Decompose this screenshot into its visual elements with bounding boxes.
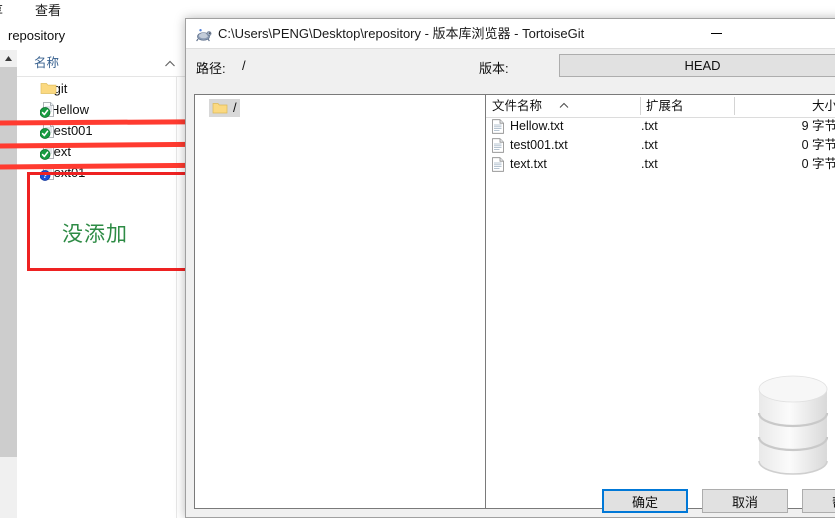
column-header-filename[interactable]: 文件名称 <box>492 95 542 117</box>
repository-file-list-panel[interactable]: 文件名称 扩展名 大小 Hellow.txt .txt 9 字节 test001… <box>485 94 835 509</box>
text-file-modified-icon <box>39 122 57 139</box>
file-list-header[interactable]: 文件名称 扩展名 大小 <box>486 95 835 118</box>
scroll-up-arrow-icon[interactable] <box>0 50 17 67</box>
tortoisegit-repository-browser-window: C:\Users\PENG\Desktop\repository - 版本库浏览… <box>185 18 835 518</box>
column-divider-1[interactable] <box>640 97 641 115</box>
column-header-extension[interactable]: 扩展名 <box>646 95 684 117</box>
cell-size: 0 字节 <box>801 138 835 152</box>
path-label: 路径: <box>196 61 226 76</box>
table-row[interactable]: text.txt .txt 0 字节 <box>486 155 835 174</box>
dialog-titlebar[interactable]: C:\Users\PENG\Desktop\repository - 版本库浏览… <box>186 19 835 49</box>
database-cylinder-icon <box>751 375 835 488</box>
explorer-scrollbar-thumb[interactable] <box>0 67 17 457</box>
ribbon-tab-share[interactable]: 享 <box>0 1 3 21</box>
chevron-up-icon <box>164 56 176 67</box>
dialog-footer: 确定 取消 帮助 <box>186 481 835 517</box>
revision-button[interactable]: HEAD <box>559 54 835 77</box>
tree-item-root[interactable]: / <box>209 99 240 117</box>
dialog-toolbar: 路径: / 版本: HEAD <box>186 49 835 85</box>
folder-icon <box>212 101 228 115</box>
text-file-modified-icon <box>39 101 57 118</box>
column-header-size[interactable]: 大小 <box>812 95 835 117</box>
screenshot-root: 享 查看 repository 名称 .git <box>0 0 835 518</box>
tortoisegit-icon <box>195 26 212 43</box>
cell-filename: Hellow.txt <box>510 119 564 133</box>
column-header-name: 名称 <box>34 56 60 70</box>
list-item[interactable]: test001 <box>17 120 192 141</box>
folder-icon <box>40 80 57 97</box>
revision-label: 版本: <box>479 61 509 76</box>
explorer-column-header[interactable]: 名称 <box>17 50 192 77</box>
minimize-icon <box>710 33 722 34</box>
cell-filename: test001.txt <box>510 138 568 152</box>
cell-extension: .txt <box>641 138 658 152</box>
text-file-unknown-icon: ? <box>39 164 57 181</box>
annotation-label: 没添加 <box>62 223 128 246</box>
file-list-rows: Hellow.txt .txt 9 字节 test001.txt .txt 0 … <box>486 117 835 174</box>
cell-extension: .txt <box>641 119 658 133</box>
text-file-icon <box>491 157 505 172</box>
table-row[interactable]: Hellow.txt .txt 9 字节 <box>486 117 835 136</box>
cell-size: 0 字节 <box>801 157 835 171</box>
cell-size: 9 字节 <box>801 119 835 133</box>
path-value: / <box>242 58 246 73</box>
list-item[interactable]: text <box>17 141 192 162</box>
explorer-file-list[interactable]: .git Hellow test001 text ? text01 <box>17 78 192 438</box>
breadcrumb: repository <box>8 28 66 43</box>
chevron-up-icon <box>558 97 570 108</box>
column-divider-2[interactable] <box>734 97 735 115</box>
cancel-button[interactable]: 取消 <box>702 489 788 513</box>
tree-item-label: / <box>233 100 237 115</box>
text-file-modified-icon <box>39 143 57 160</box>
minimize-button[interactable] <box>693 19 739 48</box>
list-item[interactable]: Hellow <box>17 99 192 120</box>
repository-tree-panel[interactable]: / <box>194 94 489 509</box>
dialog-title: C:\Users\PENG\Desktop\repository - 版本库浏览… <box>218 26 585 41</box>
cell-extension: .txt <box>641 157 658 171</box>
ribbon-tab-view[interactable]: 查看 <box>35 1 61 21</box>
ok-button[interactable]: 确定 <box>602 489 688 513</box>
cell-filename: text.txt <box>510 157 547 171</box>
text-file-icon <box>491 138 505 153</box>
help-button[interactable]: 帮助 <box>802 489 835 513</box>
list-item[interactable]: .git <box>17 78 192 99</box>
table-row[interactable]: test001.txt .txt 0 字节 <box>486 136 835 155</box>
text-file-icon <box>491 119 505 134</box>
list-item[interactable]: ? text01 <box>17 162 192 183</box>
svg-text:?: ? <box>43 171 48 180</box>
